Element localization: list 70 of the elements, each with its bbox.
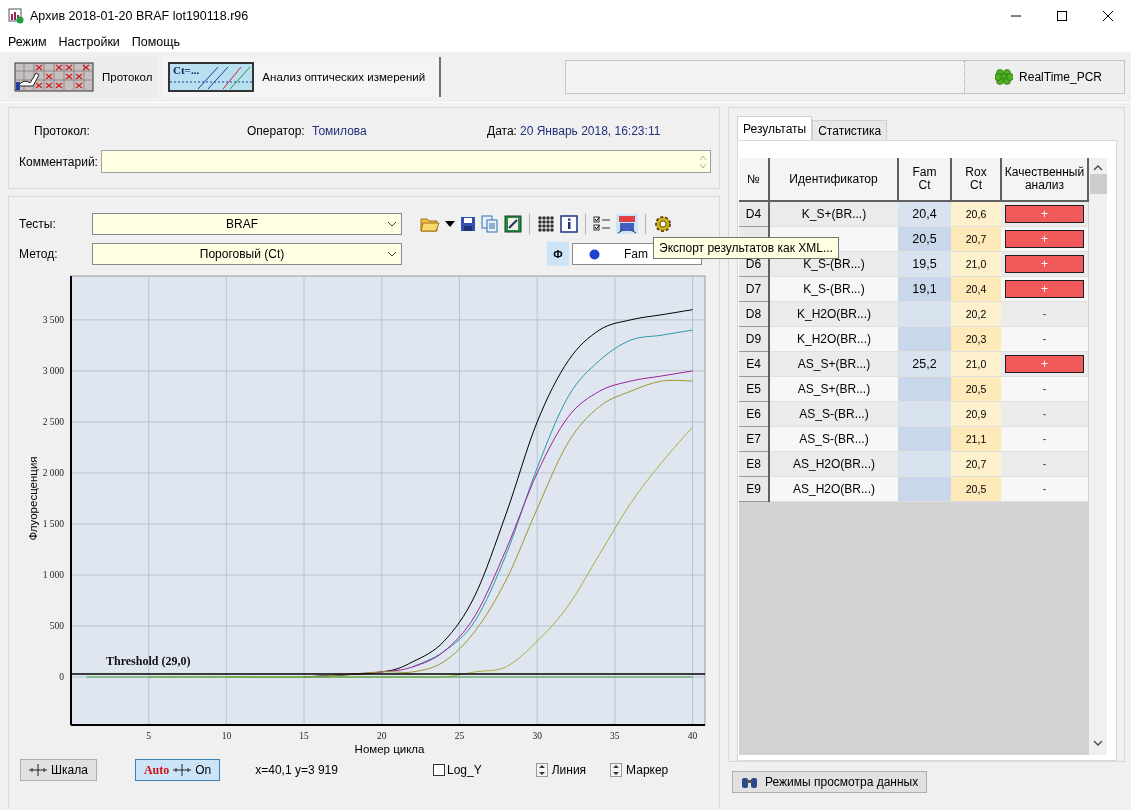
x-tick-label: 5 <box>146 731 152 741</box>
operator-name: Томилова <box>312 124 368 138</box>
window-title: Архив 2018-01-20 BRAF lot190118.r96 <box>30 9 249 23</box>
positive-result: + <box>1005 355 1084 373</box>
y-tick-label: 500 <box>49 621 64 631</box>
x-tick-label: 20 <box>377 731 387 741</box>
table-cell: AS_S+(BR...) <box>769 351 898 377</box>
table-cell: 20,3 <box>951 326 1001 352</box>
table-cell: 21,0 <box>951 251 1001 277</box>
table-cell: 20,4 <box>898 201 951 227</box>
x-tick-label: 10 <box>221 731 232 741</box>
table-cell: 20,5 <box>951 476 1001 502</box>
coordinate-readout: x=40,1 y=3 919 <box>255 763 338 777</box>
table-cell: - <box>1042 407 1047 421</box>
y-tick-label: 1 000 <box>42 570 64 580</box>
date-label: Дата: <box>487 124 518 138</box>
table-cell: - <box>1042 332 1047 346</box>
table-cell: K_S+(BR...) <box>769 201 898 227</box>
x-axis-title: Номер цикла <box>354 743 425 755</box>
positive-result: + <box>1005 255 1084 273</box>
table-cell: 20,4 <box>951 276 1001 302</box>
y-tick-label: 2 500 <box>42 416 64 427</box>
y-axis-title: Флуоресценция <box>27 456 39 541</box>
x-tick-label: 40 <box>687 731 698 741</box>
table-cell: 19,5 <box>898 251 951 277</box>
table-cell: AS_S-(BR...) <box>769 401 898 427</box>
table-cell: 19,1 <box>898 276 951 302</box>
x-tick-label: 35 <box>610 731 620 741</box>
table-cell: 20,6 <box>951 201 1001 227</box>
table-cell: K_H2O(BR...) <box>769 301 898 327</box>
operator-label: Оператор: <box>247 124 306 138</box>
table-cell: - <box>1042 307 1047 321</box>
curve-chart-icon: Ct=... <box>168 62 255 92</box>
positive-result: + <box>1005 230 1084 248</box>
table-cell: 20,5 <box>898 226 951 252</box>
table-cell: 21,1 <box>951 426 1001 452</box>
table-cell: AS_S-(BR...) <box>769 426 898 452</box>
y-tick-label: 2 000 <box>42 467 64 478</box>
tests-label: Тесты: <box>19 217 57 231</box>
y-tick-label: 3 500 <box>42 314 64 325</box>
table-cell: AS_S+(BR...) <box>769 376 898 402</box>
table-cell: AS_H2O(BR...) <box>769 476 898 502</box>
table-cell: - <box>1042 432 1047 446</box>
comment-label: Комментарий: <box>19 154 98 169</box>
y-tick-label: 0 <box>59 672 64 683</box>
table-cell: 20,5 <box>951 376 1001 402</box>
y-tick-label: 3 000 <box>42 365 64 376</box>
protocol-label: Протокол: <box>34 124 91 138</box>
table-cell: 20,7 <box>951 226 1001 252</box>
table-cell: 20,9 <box>951 401 1001 427</box>
table-cell: - <box>1042 457 1047 471</box>
table-cell: AS_H2O(BR...) <box>769 451 898 477</box>
table-cell: - <box>1042 382 1047 396</box>
table-cell: 21,0 <box>951 351 1001 377</box>
threshold-label: Threshold (29,0) <box>106 654 191 668</box>
table-cell: 25,2 <box>898 351 951 377</box>
method-label: Метод: <box>19 247 59 261</box>
table-cell: K_H2O(BR...) <box>769 326 898 352</box>
x-tick-label: 15 <box>299 731 309 741</box>
date-value: 20 Январь 2018, 16:23:11 <box>520 124 661 138</box>
table-cell: 20,7 <box>951 451 1001 477</box>
positive-result: + <box>1005 280 1084 298</box>
table-cell: K_S-(BR...) <box>769 276 898 302</box>
table-cell: 20,2 <box>951 301 1001 327</box>
x-tick-label: 30 <box>532 731 542 741</box>
table-cell: - <box>1042 482 1047 496</box>
x-tick-label: 25 <box>454 731 465 741</box>
positive-result: + <box>1005 205 1084 223</box>
y-tick-label: 1 500 <box>42 518 64 529</box>
tooltip: Экспорт результатов как XML... <box>653 237 839 259</box>
